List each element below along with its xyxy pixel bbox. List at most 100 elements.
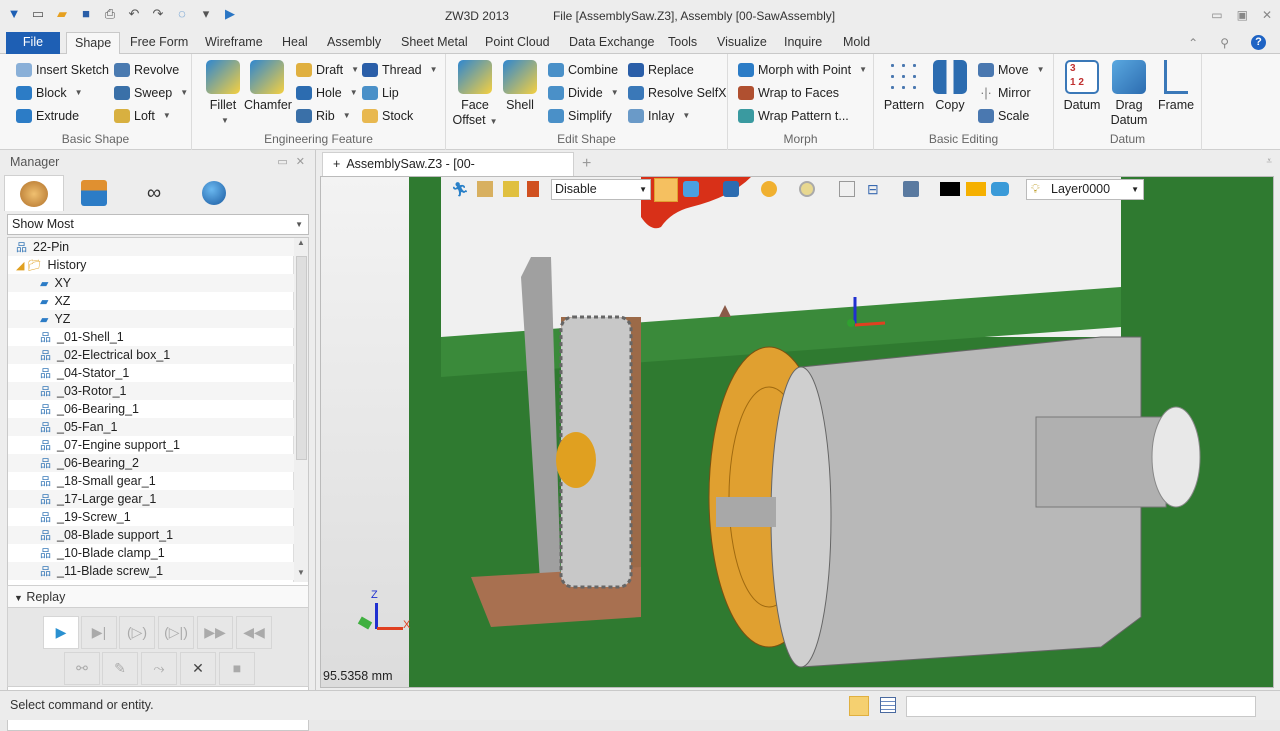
play-step-button[interactable]: (▷) xyxy=(119,616,155,649)
input-mode-icon[interactable] xyxy=(849,696,869,716)
lighting-icon[interactable] xyxy=(799,181,815,197)
tree-item[interactable]: 品 _07-Engine support_1 xyxy=(8,436,294,454)
pattern-button[interactable]: Pattern xyxy=(882,60,926,113)
tab-shape[interactable]: Shape xyxy=(66,32,121,55)
walk-icon[interactable]: 🏃︎ xyxy=(451,181,469,198)
scroll-down-icon[interactable]: ▼ xyxy=(297,568,305,577)
tree-item[interactable]: 品 _02-Electrical box_1 xyxy=(8,346,294,364)
combine-button[interactable]: Combine xyxy=(548,60,618,80)
tree-item[interactable]: ▰ XZ xyxy=(8,292,294,310)
layer-select[interactable]: 💡︎ Layer0000 ▼ xyxy=(1026,179,1144,200)
replay-header[interactable]: ▼ Replay xyxy=(8,586,308,608)
loft-button[interactable]: Loft ▼ xyxy=(114,106,171,126)
tab-wireframe[interactable]: Wireframe xyxy=(197,32,271,54)
drag-datum-button[interactable]: Drag Datum xyxy=(1106,60,1152,128)
fast-forward-button[interactable]: ▶▶ xyxy=(197,616,233,649)
simplify-button[interactable]: Simplify xyxy=(548,106,612,126)
tab-mold[interactable]: Mold xyxy=(835,32,878,54)
color-swatch-orange[interactable] xyxy=(966,182,986,196)
document-tab[interactable]: +AssemblySaw.Z3 - [00-SawAssembly]✕ xyxy=(322,152,574,193)
view-cube-icon[interactable] xyxy=(683,181,699,197)
tab-scene-manager[interactable] xyxy=(184,175,244,211)
tab-point-cloud[interactable]: Point Cloud xyxy=(477,32,558,54)
stock-button[interactable]: Stock xyxy=(362,106,413,126)
tab-tools[interactable]: Tools xyxy=(660,32,705,54)
tree-item[interactable]: 品 _06-Bearing_1 xyxy=(8,400,294,418)
inlay-button[interactable]: Inlay ▼ xyxy=(628,106,690,126)
move-button[interactable]: Move ▼ xyxy=(978,60,1045,80)
tree-item[interactable]: ▰ YZ xyxy=(8,310,294,328)
render-icon[interactable] xyxy=(761,181,777,197)
tree-item[interactable]: ▰ XY xyxy=(8,274,294,292)
filter-icon[interactable] xyxy=(527,181,539,197)
revolve-button[interactable]: Revolve xyxy=(114,60,179,80)
restore-button[interactable]: ▣ xyxy=(1237,8,1248,22)
chamfer-button[interactable]: Chamfer xyxy=(244,60,292,113)
tab-history-manager[interactable] xyxy=(4,175,64,211)
tree-item[interactable]: 品 22-Pin xyxy=(8,238,294,256)
frame-button[interactable]: Frame xyxy=(1156,60,1196,113)
face-offset-button[interactable]: Face Offset ▼ xyxy=(452,60,498,129)
fillet-button[interactable]: Fillet ▼ xyxy=(200,60,246,128)
rewind-button[interactable]: ◀◀ xyxy=(236,616,272,649)
tree-item[interactable]: 品 _18-Small gear_1 xyxy=(8,472,294,490)
insert-sketch-button[interactable]: Insert Sketch xyxy=(16,60,109,80)
tab-data-exchange[interactable]: Data Exchange xyxy=(561,32,662,54)
rib-button[interactable]: Rib ▼ xyxy=(296,106,351,126)
view-orient-icon[interactable] xyxy=(723,181,739,197)
tree-item[interactable]: 品 _17-Large gear_1 xyxy=(8,490,294,508)
play-button[interactable]: ▶ xyxy=(43,616,79,649)
select-icon[interactable] xyxy=(503,181,519,197)
help-icon[interactable]: ? xyxy=(1251,35,1266,50)
new-tab-button[interactable]: + xyxy=(582,155,591,173)
tab-inquire[interactable]: Inquire xyxy=(776,32,830,54)
tree-item[interactable]: 品 _06-Bearing_2 xyxy=(8,454,294,472)
float-panel-button[interactable]: ▭ xyxy=(277,155,287,168)
minimize-button[interactable]: ▭ xyxy=(1211,8,1222,22)
tree-item[interactable]: 品 _05-Fan_1 xyxy=(8,418,294,436)
wrap-to-faces-button[interactable]: Wrap to Faces xyxy=(738,83,839,103)
close-panel-button[interactable]: ✕ xyxy=(296,155,305,168)
lip-button[interactable]: Lip xyxy=(362,83,399,103)
step-next-button[interactable]: ▶| xyxy=(81,616,117,649)
play-to-button[interactable]: (▷|) xyxy=(158,616,194,649)
list-icon[interactable] xyxy=(880,697,896,713)
tab-assembly[interactable]: Assembly xyxy=(319,32,389,54)
tree-item[interactable]: 品 _04-Stator_1 xyxy=(8,364,294,382)
link-button[interactable]: ⚯ xyxy=(64,652,100,685)
stop-button[interactable]: ■ xyxy=(219,652,255,685)
edit-button[interactable]: ✎ xyxy=(102,652,138,685)
tree-scrollbar[interactable]: ▲ ▼ xyxy=(293,238,308,582)
tab-view-manager[interactable]: ∞ xyxy=(124,175,184,211)
tree-item[interactable]: 品 _08-Blade support_1 xyxy=(8,526,294,544)
tree-item[interactable]: 品 _11-Blade screw_1 xyxy=(8,562,294,580)
thread-button[interactable]: Thread ▼ xyxy=(362,60,438,80)
search-icon[interactable]: ⚲ xyxy=(1220,36,1229,50)
tab-heal[interactable]: Heal xyxy=(274,32,316,54)
scroll-up-icon[interactable]: ▲ xyxy=(297,238,305,247)
morph-with-point-button[interactable]: Morph with Point ▼ xyxy=(738,60,867,80)
tab-file[interactable]: File xyxy=(6,32,60,54)
scrollbar-thumb[interactable] xyxy=(296,256,307,460)
delete-button[interactable]: ✕ xyxy=(180,652,216,685)
sweep-button[interactable]: Sweep ▼ xyxy=(114,83,188,103)
section-icon[interactable]: ⊟ xyxy=(867,181,879,198)
mirror-button[interactable]: ·|· Mirror xyxy=(978,83,1030,103)
tab-free-form[interactable]: Free Form xyxy=(122,32,196,54)
pick-filter-icon[interactable] xyxy=(477,181,493,197)
run-to-button[interactable]: ⤳ xyxy=(141,652,177,685)
collapse-ribbon-icon[interactable]: ⌃ xyxy=(1188,36,1198,50)
zoom-fit-icon[interactable] xyxy=(839,181,855,197)
hole-button[interactable]: Hole ▼ xyxy=(296,83,358,103)
resolve-selfx-button[interactable]: Resolve SelfX xyxy=(628,83,727,103)
3d-canvas[interactable]: 🏃︎ Disable ▼ ⊟ 💡︎ Layer0000 ▼ Z X 95.5358 m… xyxy=(320,176,1274,688)
layer-icon[interactable] xyxy=(991,182,1009,196)
draft-button[interactable]: Draft ▼ xyxy=(296,60,359,80)
command-input[interactable] xyxy=(906,696,1256,717)
filter-dropdown[interactable]: Show Most ▼ xyxy=(7,214,309,235)
wrap-pattern-button[interactable]: Wrap Pattern t... xyxy=(738,106,849,126)
divide-button[interactable]: Divide ▼ xyxy=(548,83,619,103)
replace-button[interactable]: Replace xyxy=(628,60,694,80)
datum-button[interactable]: 31 2 Datum xyxy=(1060,60,1104,113)
display-icon[interactable] xyxy=(903,181,919,197)
